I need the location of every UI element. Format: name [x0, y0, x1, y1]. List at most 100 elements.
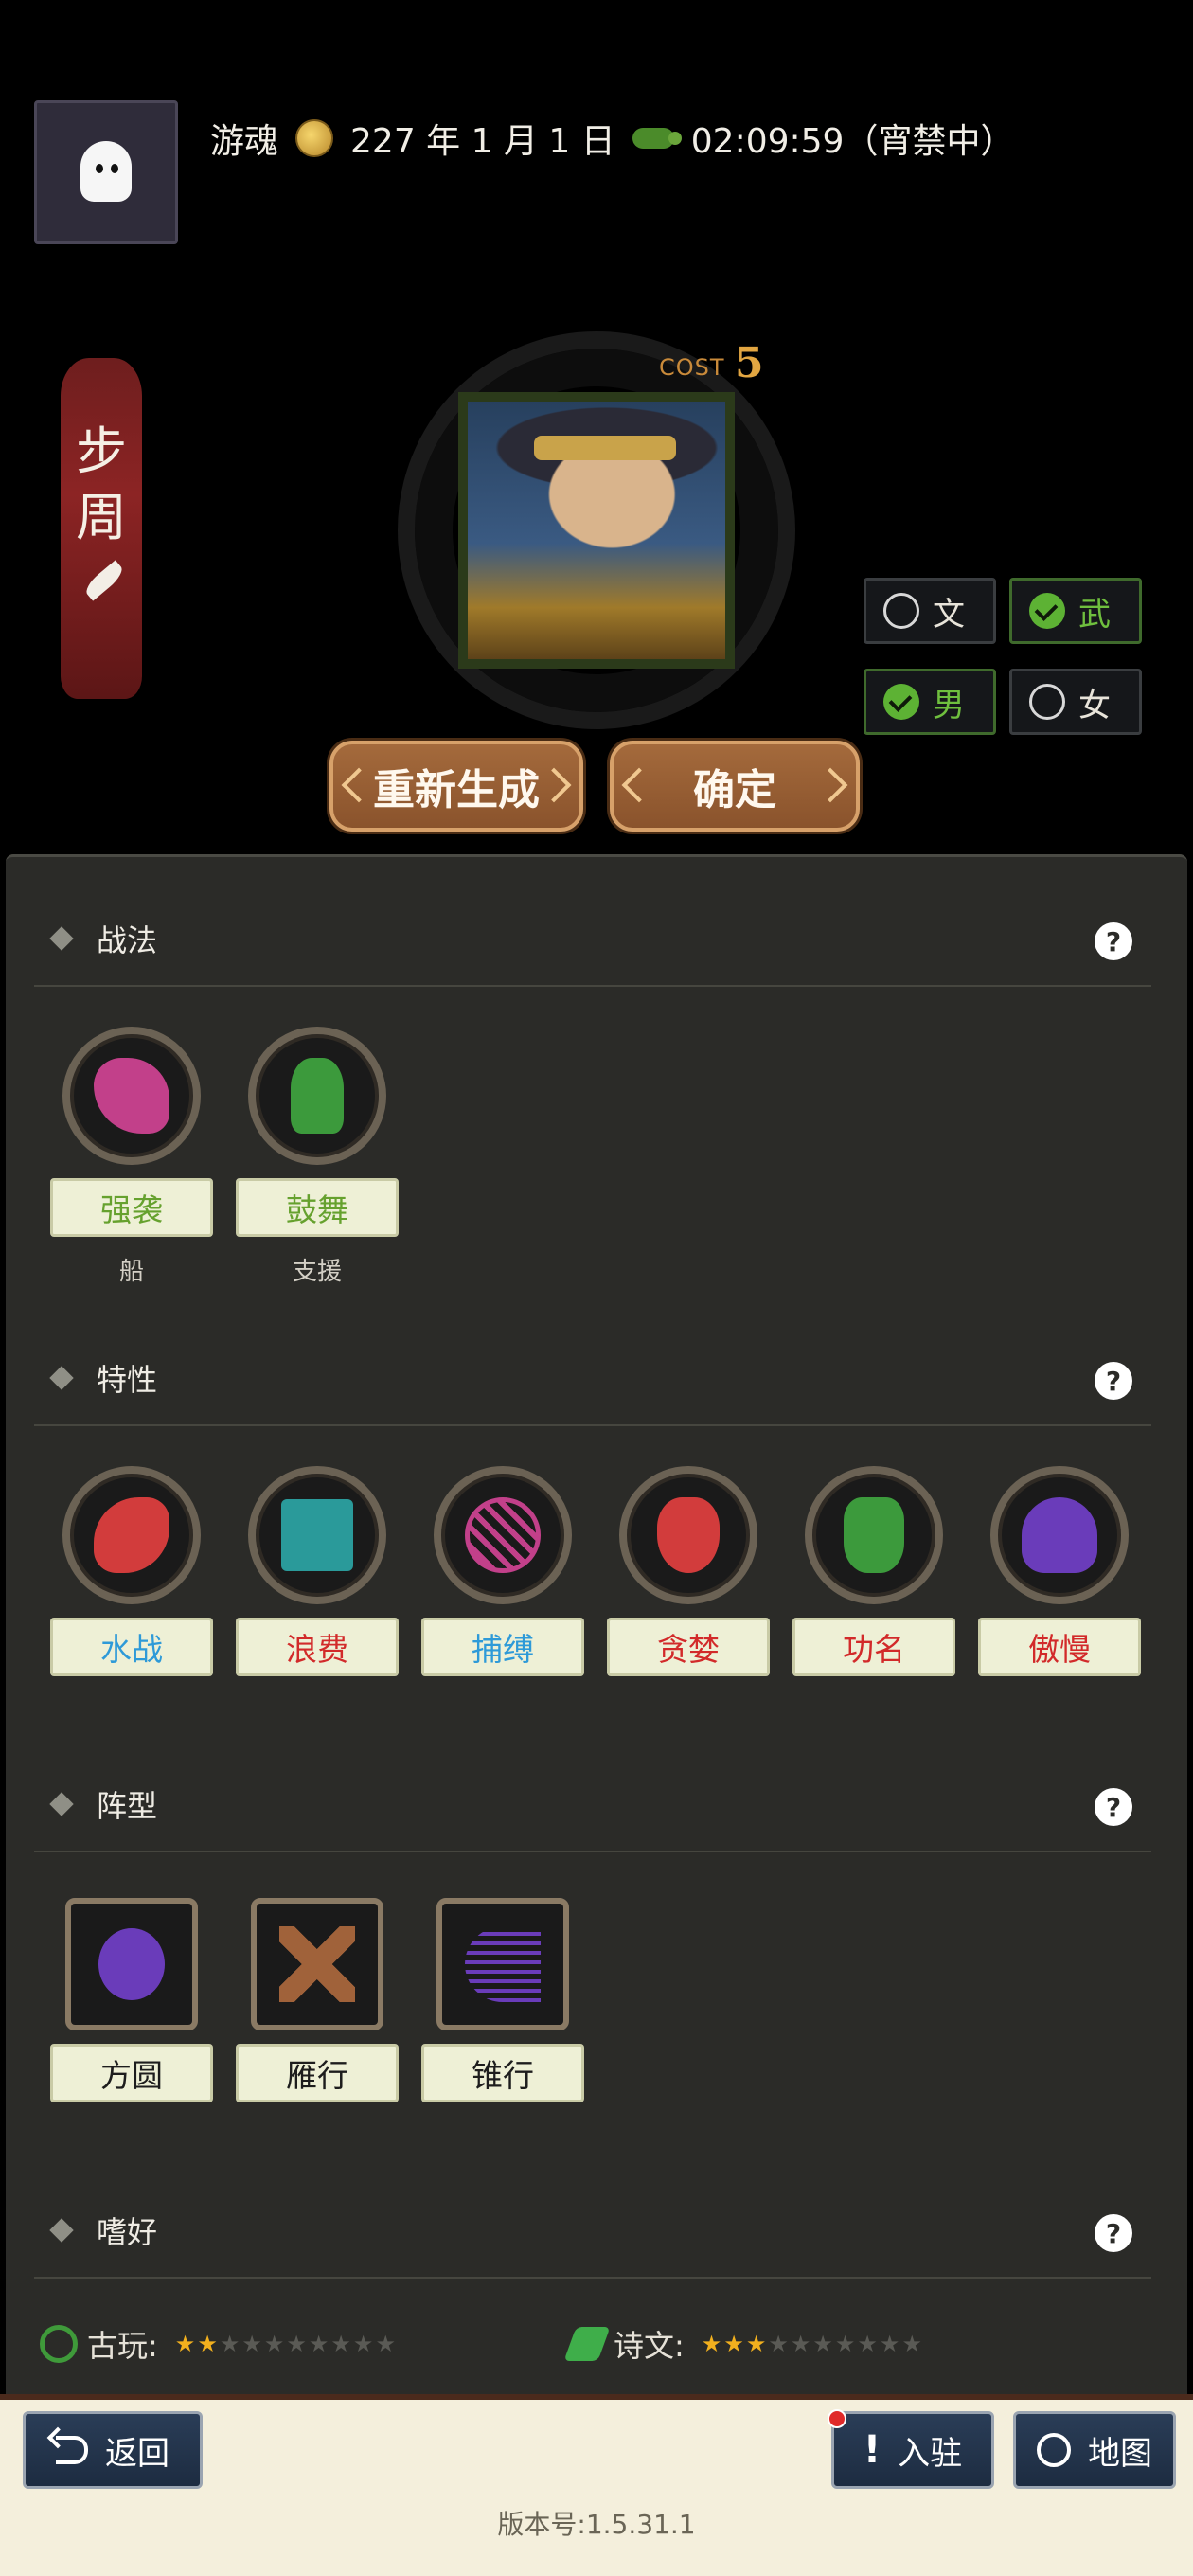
trait-item[interactable]: 贪婪 — [605, 1466, 772, 1676]
star-empty-icon: ★ — [352, 2331, 374, 2357]
trait-label: 功名 — [792, 1618, 955, 1676]
trait-label: 水战 — [50, 1618, 213, 1676]
arrogant-icon — [1022, 1497, 1097, 1573]
net-icon — [465, 1497, 541, 1573]
traits-title: 特性 — [97, 1362, 158, 1398]
trait-item[interactable]: 捕缚 — [419, 1466, 586, 1676]
diamond-bullet-icon — [49, 1792, 74, 1816]
traits-header: 特性 ? — [34, 1332, 1151, 1426]
formation-item[interactable]: 锥行 — [419, 1898, 586, 2102]
fame-icon — [844, 1497, 904, 1573]
star-empty-icon: ★ — [241, 2331, 262, 2357]
star-empty-icon: ★ — [790, 2331, 811, 2357]
radio-unchecked-icon — [1029, 684, 1065, 720]
star-empty-icon: ★ — [857, 2331, 878, 2357]
notification-dot — [828, 2409, 846, 2428]
settle-button[interactable]: ! 入驻 — [831, 2411, 994, 2489]
map-button[interactable]: 地图 — [1013, 2411, 1176, 2489]
star-empty-icon: ★ — [330, 2331, 351, 2357]
hobbies-title: 嗜好 — [97, 2214, 158, 2250]
globe-icon — [1037, 2433, 1071, 2467]
hobby-stars: ★ ★ ★ ★ ★ ★ ★ ★ ★ ★ — [175, 2331, 396, 2357]
regenerate-button[interactable]: 重新生成 — [329, 741, 583, 832]
star-empty-icon: ★ — [834, 2331, 856, 2357]
toggle-wen-label: 文 — [933, 595, 965, 634]
toggle-wu[interactable]: 武 — [1009, 578, 1142, 644]
hero-portrait[interactable] — [458, 392, 735, 669]
help-icon[interactable]: ? — [1095, 1788, 1132, 1826]
checkmark-icon — [883, 684, 919, 720]
game-date: 227 年 1 月 1 日 — [350, 122, 615, 161]
trait-label: 贪婪 — [607, 1618, 770, 1676]
hobby-stars: ★ ★ ★ ★ ★ ★ ★ ★ ★ ★ — [702, 2331, 922, 2357]
map-label: 地图 — [1088, 2434, 1152, 2473]
star-empty-icon: ★ — [286, 2331, 307, 2357]
back-label: 返回 — [105, 2434, 169, 2473]
trait-label: 浪费 — [236, 1618, 399, 1676]
formations-title: 阵型 — [97, 1788, 158, 1824]
toggle-male[interactable]: 男 — [864, 669, 996, 735]
tactics-header: 战法 ? — [34, 892, 1151, 987]
diamond-bullet-icon — [49, 1366, 74, 1390]
star-filled-icon: ★ — [197, 2331, 218, 2357]
star-empty-icon: ★ — [308, 2331, 329, 2357]
trait-label: 傲慢 — [978, 1618, 1141, 1676]
trait-item[interactable]: 水战 — [48, 1466, 215, 1676]
help-icon[interactable]: ? — [1095, 1362, 1132, 1400]
player-avatar[interactable] — [34, 100, 178, 244]
tactic-label: 强袭 — [50, 1178, 213, 1237]
trait-item[interactable]: 傲慢 — [976, 1466, 1143, 1676]
toggle-male-label: 男 — [933, 686, 965, 724]
trait-label: 捕缚 — [421, 1618, 584, 1676]
star-empty-icon: ★ — [219, 2331, 240, 2357]
formation-label: 雁行 — [236, 2044, 399, 2102]
toggle-wu-label: 武 — [1078, 595, 1111, 634]
help-icon[interactable]: ? — [1095, 922, 1132, 960]
trait-item[interactable]: 功名 — [791, 1466, 957, 1676]
turtle-icon — [98, 1928, 165, 2000]
back-button[interactable]: 返回 — [23, 2411, 203, 2489]
toggle-wen[interactable]: 文 — [864, 578, 996, 644]
tactic-item[interactable]: 鼓舞 支援 — [234, 1027, 401, 1287]
tactic-sub: 支援 — [292, 1258, 342, 1286]
help-icon[interactable]: ? — [1095, 2214, 1132, 2252]
greedy-mask-icon — [657, 1497, 720, 1573]
checkmark-icon — [1029, 593, 1065, 629]
hobby-antiques: 古玩: ★ ★ ★ ★ ★ ★ ★ ★ ★ ★ — [40, 2318, 396, 2370]
confirm-button[interactable]: 确定 — [610, 741, 860, 832]
hobby-label: 古玩: — [87, 2328, 158, 2364]
tactic-sub: 船 — [118, 1258, 144, 1286]
star-filled-icon: ★ — [701, 2331, 722, 2357]
inspire-icon — [291, 1058, 344, 1134]
jade-icon — [40, 2325, 78, 2363]
wings-icon — [279, 1926, 355, 2002]
back-arrow-icon — [56, 2436, 88, 2464]
hobby-label: 诗文: — [614, 2328, 685, 2364]
formation-item[interactable]: 方圆 — [48, 1898, 215, 2102]
trait-item[interactable]: 浪费 — [234, 1466, 401, 1676]
star-empty-icon: ★ — [768, 2331, 789, 2357]
calendar-coin-icon — [295, 119, 334, 157]
feather-icon[interactable] — [77, 557, 126, 606]
toggle-female[interactable]: 女 — [1009, 669, 1142, 735]
star-filled-icon: ★ — [745, 2331, 767, 2357]
settle-label: 入驻 — [898, 2434, 963, 2473]
hobbies-header: 嗜好 ? — [34, 2184, 1151, 2279]
tactic-label: 鼓舞 — [236, 1178, 399, 1237]
cost-label: COST — [659, 354, 725, 381]
ghost-icon — [73, 135, 139, 209]
naval-icon — [94, 1497, 169, 1573]
assault-icon — [94, 1058, 169, 1134]
diamond-bullet-icon — [49, 926, 74, 951]
username: 游魂 — [210, 122, 279, 161]
tactic-item[interactable]: 强袭 船 — [48, 1027, 215, 1287]
star-empty-icon: ★ — [375, 2331, 396, 2357]
star-filled-icon: ★ — [723, 2331, 744, 2357]
radio-unchecked-icon — [883, 593, 919, 629]
waste-icon — [281, 1499, 353, 1571]
star-filled-icon: ★ — [174, 2331, 196, 2357]
star-empty-icon: ★ — [901, 2331, 922, 2357]
formations-header: 阵型 ? — [34, 1758, 1151, 1852]
cone-icon — [465, 1926, 541, 2002]
formation-item[interactable]: 雁行 — [234, 1898, 401, 2102]
